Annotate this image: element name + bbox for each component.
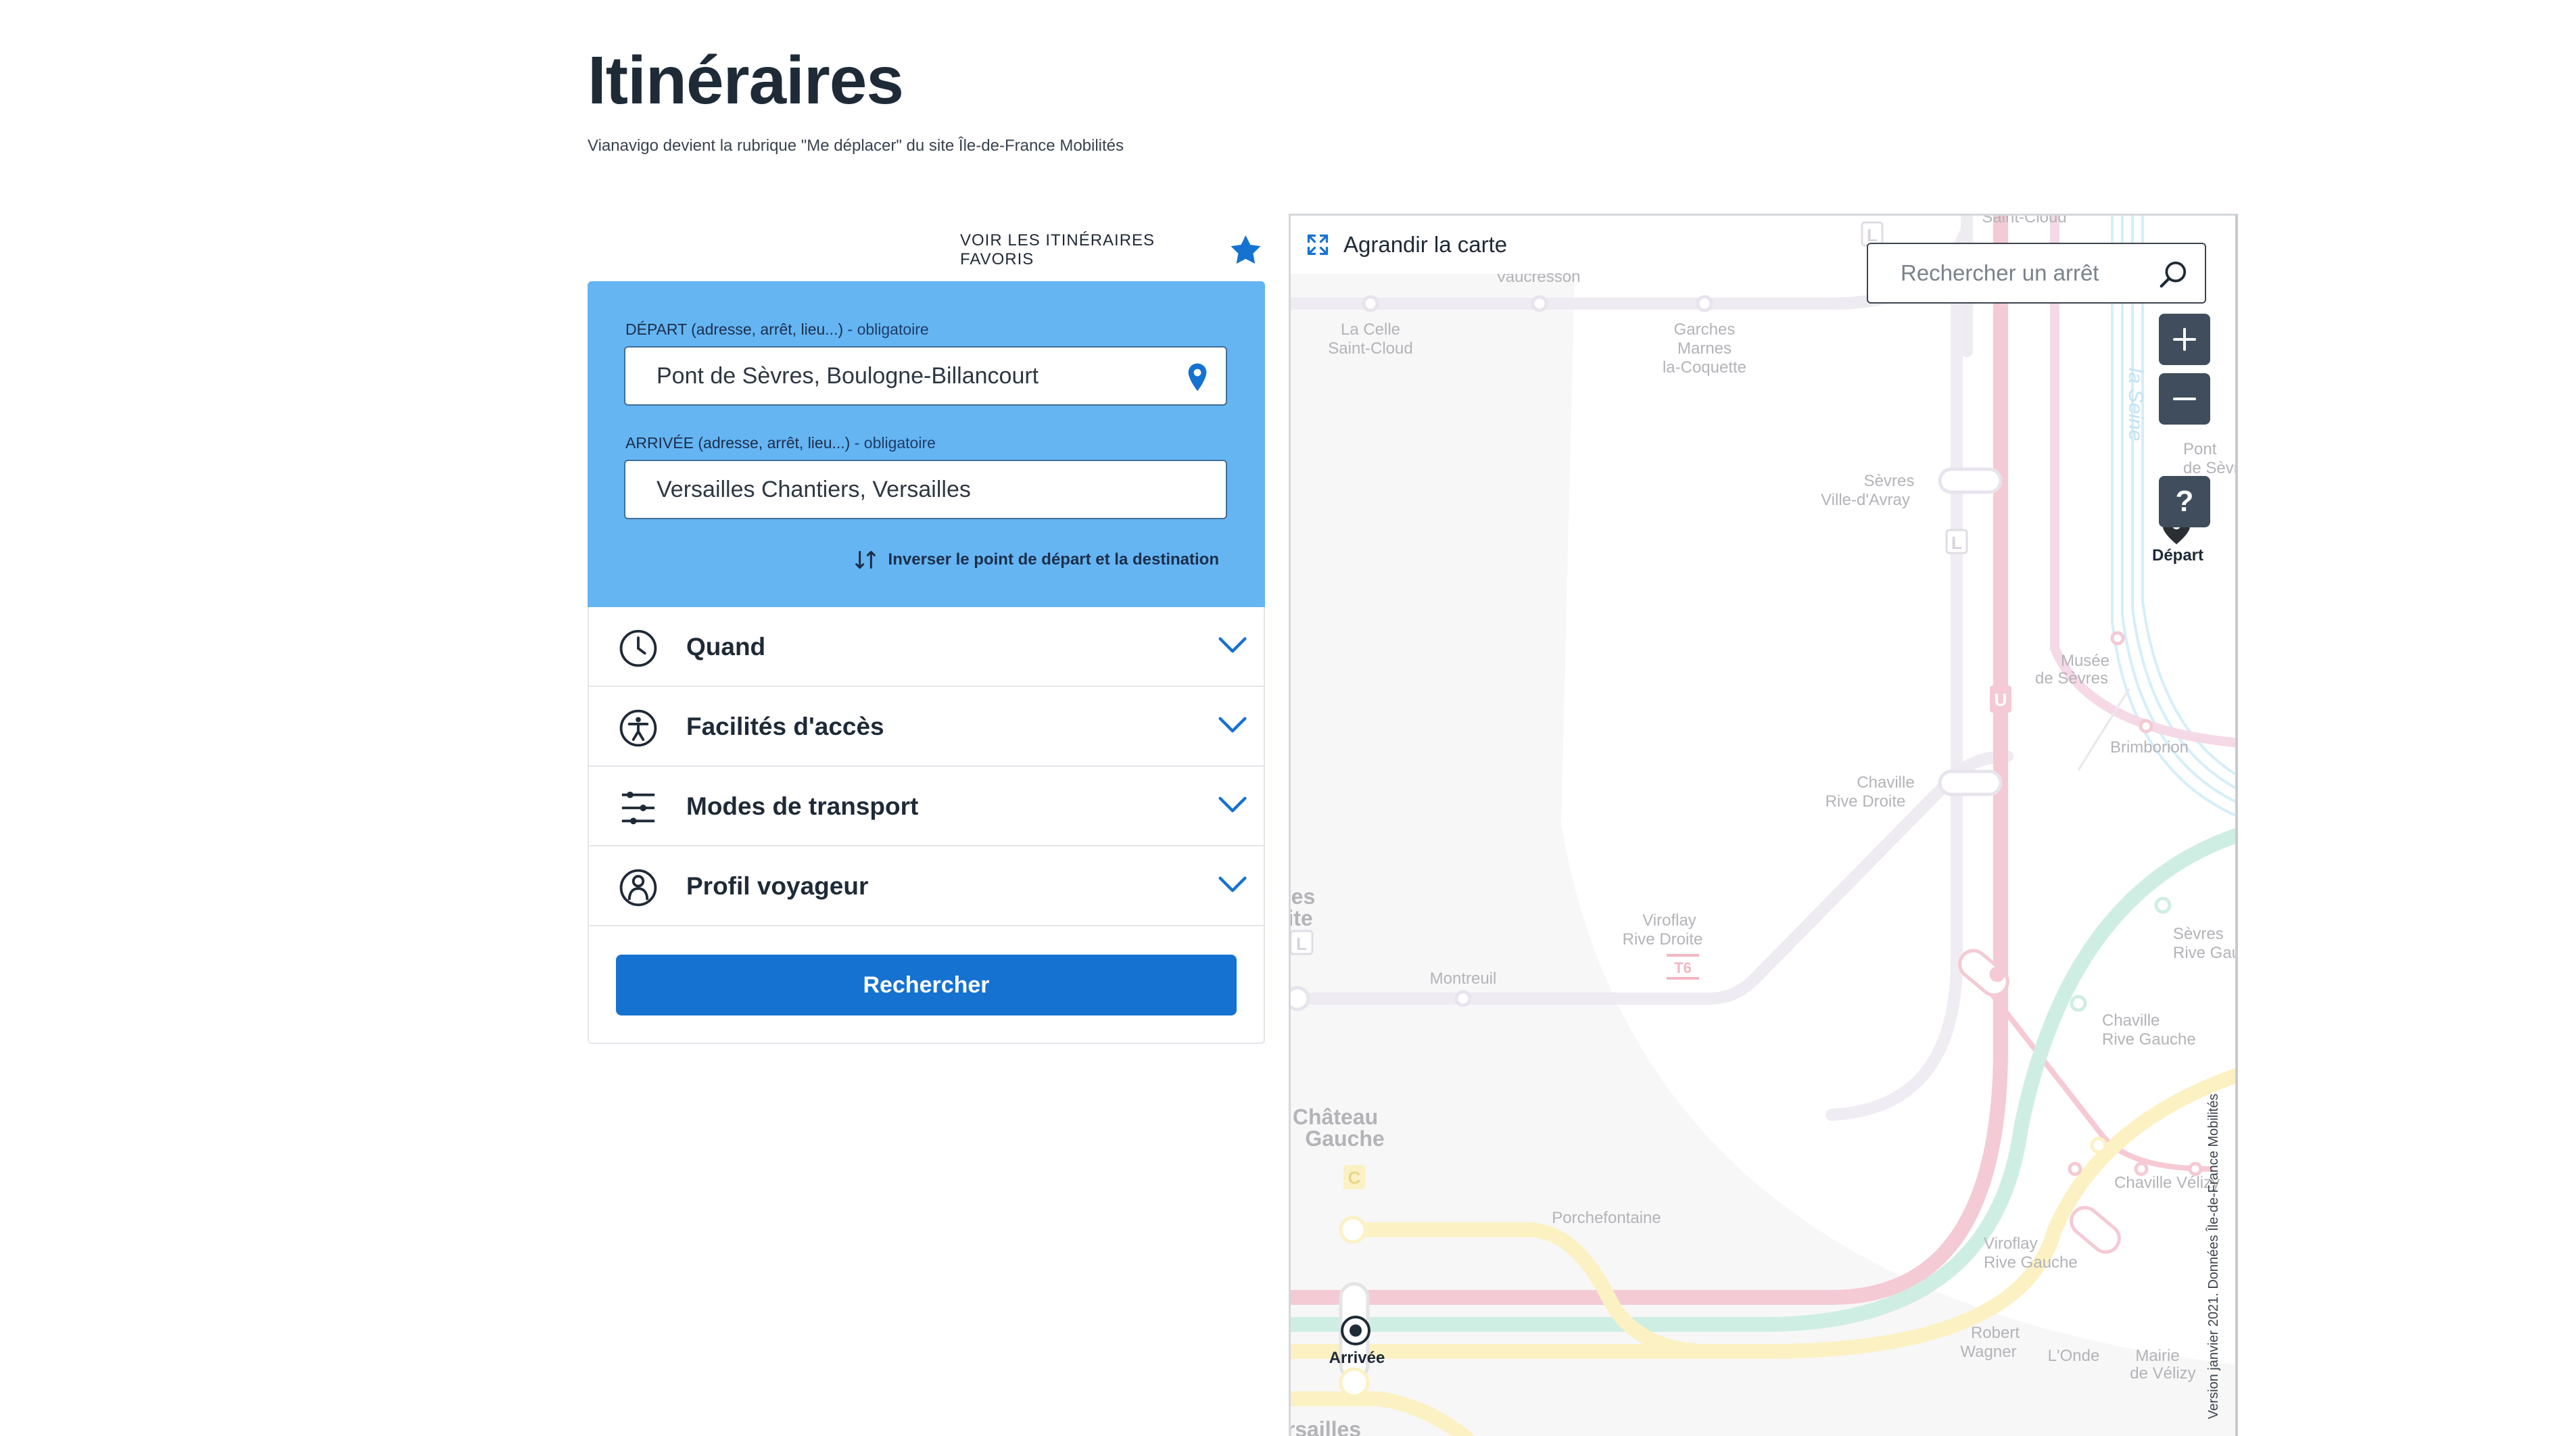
- svg-text:Viroflay: Viroflay: [1984, 1235, 2038, 1253]
- svg-text:Garches: Garches: [1674, 320, 1736, 339]
- option-traveler-profile[interactable]: Profil voyageur: [589, 846, 1264, 926]
- zoom-out-button[interactable]: [2159, 373, 2210, 425]
- svg-text:Montreuil: Montreuil: [1430, 970, 1497, 988]
- svg-text:Gauche: Gauche: [1305, 1126, 1384, 1151]
- departure-label: DÉPART (adresse, arrêt, lieu...) - oblig…: [625, 320, 929, 338]
- swap-button[interactable]: Inverser le point de départ et la destin…: [852, 546, 1219, 573]
- svg-text:Saint-Cloud: Saint-Cloud: [1982, 216, 2066, 226]
- expand-icon: [1307, 234, 1329, 256]
- accessibility-icon: [619, 709, 657, 747]
- svg-text:Pont: Pont: [2183, 440, 2217, 458]
- svg-text:Départ: Départ: [2152, 546, 2203, 565]
- arrival-label: ARRIVÉE (adresse, arrêt, lieu...) - obli…: [625, 434, 936, 452]
- departure-field-box: [624, 346, 1227, 406]
- svg-text:L: L: [1296, 934, 1307, 954]
- option-traveler-profile-label: Profil voyageur: [686, 872, 869, 900]
- svg-text:les: les: [1291, 884, 1315, 909]
- option-when[interactable]: Quand: [589, 607, 1264, 687]
- map-panel[interactable]: la Seine L L L U C T6 Saint-Cloud Vaucre…: [1289, 214, 2238, 1436]
- svg-text:T6: T6: [1674, 959, 1692, 976]
- svg-text:La Celle: La Celle: [1341, 320, 1400, 339]
- location-pin-icon[interactable]: [1184, 362, 1211, 392]
- svg-text:Saint-Cloud: Saint-Cloud: [1328, 339, 1412, 358]
- svg-text:de Vélizy: de Vélizy: [2130, 1364, 2195, 1383]
- search-button[interactable]: Rechercher: [616, 955, 1237, 1015]
- svg-text:Viroflay: Viroflay: [1642, 911, 1696, 930]
- favorites-link[interactable]: VOIR LES ITINÉRAIRES FAVORIS: [960, 230, 1263, 270]
- option-accessibility-label: Facilités d'accès: [686, 713, 884, 740]
- river-label: la Seine: [2124, 368, 2147, 441]
- svg-text:Chaville: Chaville: [1857, 773, 1914, 792]
- search-icon[interactable]: [2157, 259, 2189, 290]
- page-subtitle: Vianavigo devient la rubrique "Me déplac…: [588, 137, 1124, 155]
- option-when-label: Quand: [686, 633, 766, 661]
- svg-text:la-Coquette: la-Coquette: [1663, 358, 1746, 377]
- svg-text:de Sèvres: de Sèvres: [2035, 669, 2108, 688]
- chevron-down-icon: [1218, 796, 1247, 813]
- svg-text:Chaville: Chaville: [2102, 1011, 2160, 1030]
- svg-text:Ville-d'Avray: Ville-d'Avray: [1821, 491, 1910, 509]
- svg-text:Rive Gauche: Rive Gauche: [2173, 944, 2238, 962]
- svg-text:Rive Gauche: Rive Gauche: [1984, 1253, 2078, 1272]
- svg-text:Mairie: Mairie: [2135, 1347, 2179, 1365]
- svg-text:de Sèvres: de Sèvres: [2183, 459, 2238, 477]
- svg-text:Brimborion: Brimborion: [2110, 738, 2189, 757]
- chevron-down-icon: [1218, 717, 1247, 733]
- svg-text:Wagner: Wagner: [1960, 1343, 2016, 1361]
- enlarge-map-label: Agrandir la carte: [1343, 232, 1508, 257]
- option-transport-modes[interactable]: Modes de transport: [589, 767, 1264, 846]
- map-region: [1291, 274, 2235, 1436]
- svg-text:Château: Château: [1293, 1105, 1378, 1129]
- stop-search-box: [1867, 243, 2206, 304]
- svg-text:Sèvres: Sèvres: [2173, 925, 2224, 943]
- chevron-down-icon: [1218, 876, 1247, 892]
- transit-map: la Seine L L L U C T6 Saint-Cloud Vaucre…: [1291, 216, 2238, 1436]
- svg-text:Rive Droite: Rive Droite: [1826, 792, 1906, 811]
- swap-arrows-icon: [855, 550, 876, 569]
- svg-text:ersailles: ersailles: [1291, 1417, 1361, 1436]
- chevron-down-icon: [1218, 637, 1247, 653]
- svg-text:ite: ite: [1291, 906, 1313, 930]
- svg-text:L: L: [1951, 533, 1962, 553]
- svg-text:Sèvres: Sèvres: [1864, 472, 1915, 490]
- arrival-input[interactable]: [657, 461, 1170, 518]
- enlarge-map-button[interactable]: Agrandir la carte: [1291, 216, 1544, 274]
- page-title: Itinéraires: [588, 43, 904, 118]
- svg-text:U: U: [1995, 690, 2007, 710]
- favorites-label: VOIR LES ITINÉRAIRES FAVORIS: [960, 231, 1155, 268]
- swap-label: Inverser le point de départ et la destin…: [888, 550, 1219, 569]
- svg-text:Arrivée: Arrivée: [1329, 1349, 1385, 1367]
- arrival-field-box: [624, 460, 1227, 519]
- traveler-profile-icon: [619, 869, 657, 907]
- svg-text:Porchefontaine: Porchefontaine: [1552, 1209, 1661, 1227]
- itinerary-form: DÉPART (adresse, arrêt, lieu...) - oblig…: [588, 281, 1265, 607]
- plus-icon: [2173, 328, 2196, 351]
- departure-input[interactable]: [657, 348, 1170, 404]
- option-accessibility[interactable]: Facilités d'accès: [589, 687, 1264, 767]
- options-panel: Quand Facilités d'accès Modes de transpo…: [588, 607, 1265, 1044]
- map-copyright: Version janvier 2021. Données Île-de-Fra…: [2206, 1093, 2221, 1419]
- svg-text:C: C: [1348, 1168, 1361, 1188]
- svg-text:Marnes: Marnes: [1677, 339, 1732, 358]
- svg-text:Robert: Robert: [1971, 1324, 2020, 1342]
- svg-text:Rive Gauche: Rive Gauche: [2102, 1030, 2196, 1049]
- svg-text:Musée: Musée: [2061, 652, 2109, 670]
- svg-text:Rive Droite: Rive Droite: [1623, 930, 1703, 949]
- sliders-icon: [621, 791, 655, 825]
- svg-text:Chaville Vélizy: Chaville Vélizy: [2114, 1174, 2220, 1192]
- option-transport-modes-label: Modes de transport: [686, 792, 919, 820]
- clock-icon: [619, 629, 657, 667]
- map-help-button[interactable]: ?: [2159, 476, 2210, 527]
- minus-icon: [2173, 398, 2196, 400]
- zoom-in-button[interactable]: [2159, 314, 2210, 365]
- svg-text:L'Onde: L'Onde: [2048, 1347, 2100, 1365]
- star-icon: [1231, 235, 1261, 264]
- stop-search-input[interactable]: [1901, 244, 2157, 302]
